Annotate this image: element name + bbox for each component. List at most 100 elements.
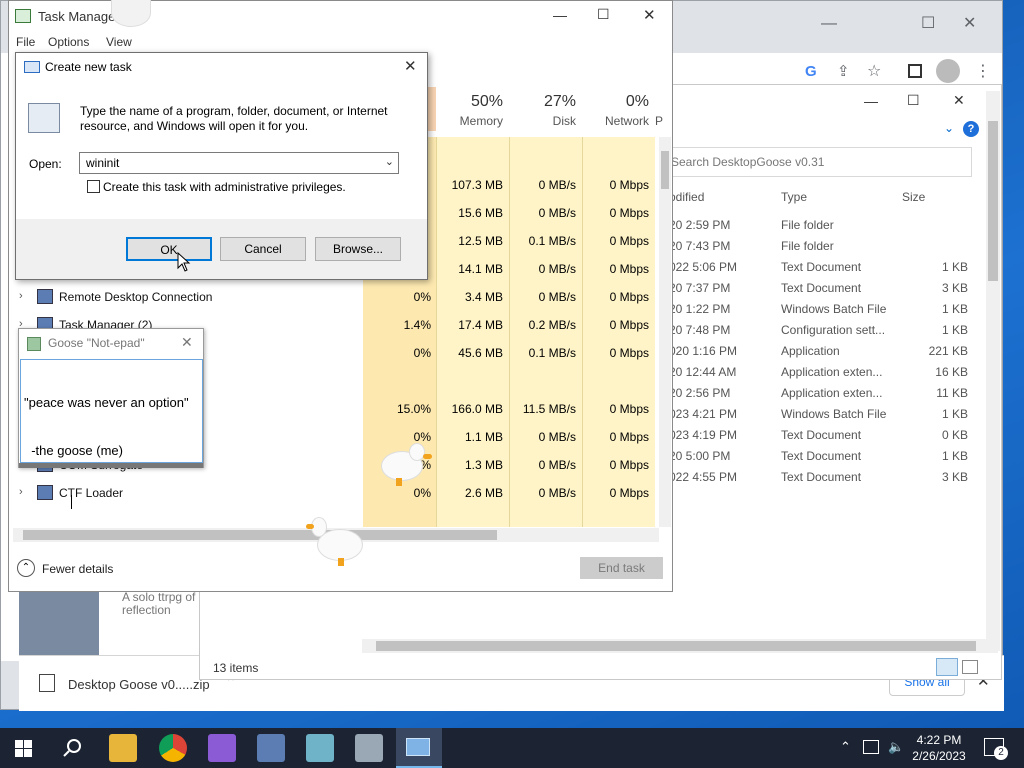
file-date[interactable]: 020 1:16 PM	[669, 341, 769, 362]
explorer-vertical-scrollbar[interactable]	[986, 91, 1000, 651]
file-date[interactable]: 20 5:00 PM	[669, 446, 769, 467]
menu-file[interactable]: File	[16, 35, 35, 49]
file-size[interactable]	[900, 236, 968, 257]
details-view-icon[interactable]	[936, 658, 958, 676]
file-type[interactable]: Windows Batch File	[781, 404, 891, 425]
explorer-scroll-thumb[interactable]	[988, 121, 998, 281]
expand-chevron-icon[interactable]: ›	[19, 486, 23, 498]
bookmark-star-icon[interactable]: ☆	[867, 61, 881, 81]
file-date[interactable]: 022 4:55 PM	[669, 467, 769, 488]
help-icon[interactable]: ?	[963, 121, 979, 137]
file-type[interactable]: Configuration sett...	[781, 320, 891, 341]
file-type[interactable]: Text Document	[781, 425, 891, 446]
file-date[interactable]: 20 2:59 PM	[669, 215, 769, 236]
volume-tray-icon[interactable]: 🔈	[888, 739, 904, 755]
search-icon[interactable]	[63, 738, 83, 758]
side-panel-icon[interactable]	[908, 64, 922, 78]
clock-date[interactable]: 2/26/2023	[908, 749, 970, 763]
explorer-horizontal-scrollbar[interactable]	[362, 639, 998, 653]
network-pct[interactable]: 0%	[582, 93, 649, 111]
notepad-taskbar-icon[interactable]	[306, 734, 334, 762]
chrome-menu-icon[interactable]: ⋮	[975, 61, 991, 81]
run-dialog-taskbar-icon[interactable]	[396, 728, 442, 768]
chrome-minimize-button[interactable]: —	[821, 15, 837, 33]
cancel-button[interactable]: Cancel	[220, 237, 306, 261]
power-label[interactable]: P	[655, 114, 669, 128]
admin-checkbox-label[interactable]: Create this task with administrative pri…	[103, 180, 346, 194]
visual-studio-taskbar-icon[interactable]	[208, 734, 236, 762]
explorer-hscroll-thumb[interactable]	[376, 641, 976, 651]
file-date[interactable]: 023 4:21 PM	[669, 404, 769, 425]
file-size[interactable]: 16 KB	[900, 362, 968, 383]
share-icon[interactable]: ⇪	[837, 62, 850, 80]
tm-maximize-button[interactable]: ☐	[597, 6, 610, 23]
ok-button[interactable]: OK	[126, 237, 212, 261]
tm-minimize-button[interactable]: —	[553, 7, 567, 23]
menu-view[interactable]: View	[106, 35, 132, 49]
col-date-modified[interactable]: odified	[669, 190, 704, 204]
fewer-details-link[interactable]: Fewer details	[42, 562, 113, 576]
explorer-search-input[interactable]: Search DesktopGoose v0.31	[666, 147, 972, 177]
network-tray-icon[interactable]	[863, 740, 879, 754]
file-size[interactable]: 1 KB	[900, 446, 968, 467]
file-date[interactable]: 20 2:56 PM	[669, 383, 769, 404]
chrome-close-button[interactable]: ✕	[963, 13, 976, 33]
file-size[interactable]: 221 KB	[900, 341, 968, 362]
file-explorer-taskbar-icon[interactable]	[109, 734, 137, 762]
file-size[interactable]: 1 KB	[900, 299, 968, 320]
file-date[interactable]: 20 1:22 PM	[669, 299, 769, 320]
goosepad-close-button[interactable]: ✕	[181, 334, 193, 351]
memory-pct[interactable]: 50%	[436, 93, 503, 111]
file-type[interactable]: Text Document	[781, 446, 891, 467]
download-filename[interactable]: Desktop Goose v0.....zip	[68, 677, 210, 692]
menu-options[interactable]: Options	[48, 35, 89, 49]
col-size[interactable]: Size	[902, 190, 925, 204]
explorer-maximize-button[interactable]: ☐	[907, 92, 920, 109]
windows-start-icon[interactable]	[15, 740, 32, 757]
file-type[interactable]: Application exten...	[781, 362, 891, 383]
file-size[interactable]: 11 KB	[900, 383, 968, 404]
file-size[interactable]: 1 KB	[900, 257, 968, 278]
end-task-button[interactable]: End task	[580, 557, 663, 579]
admin-checkbox[interactable]	[87, 180, 100, 193]
tray-chevron-icon[interactable]: ⌃	[840, 739, 851, 755]
file-date[interactable]: 023 4:19 PM	[669, 425, 769, 446]
file-size[interactable]	[900, 215, 968, 236]
file-type[interactable]: File folder	[781, 236, 891, 257]
file-date[interactable]: 022 5:06 PM	[669, 257, 769, 278]
file-size[interactable]: 1 KB	[900, 320, 968, 341]
goose-note-textarea[interactable]: "peace was never an option" -the goose (…	[20, 359, 203, 509]
tm-close-button[interactable]: ✕	[643, 6, 656, 24]
process-row[interactable]: › Remote Desktop Connection 0% 3.4 MB 0 MB/s…	[9, 283, 661, 311]
network-label[interactable]: Network	[582, 114, 649, 128]
open-input[interactable]: wininit ⌄	[79, 152, 399, 174]
file-size[interactable]: 3 KB	[900, 278, 968, 299]
browse-button[interactable]: Browse...	[315, 237, 401, 261]
run-close-button[interactable]: ✕	[404, 57, 417, 75]
file-date[interactable]: 20 12:44 AM	[669, 362, 769, 383]
file-size[interactable]: 1 KB	[900, 404, 968, 425]
disk-pct[interactable]: 27%	[509, 93, 576, 111]
explorer-minimize-button[interactable]: —	[864, 93, 878, 109]
remote-desktop-taskbar-icon[interactable]	[257, 734, 285, 762]
file-date[interactable]: 20 7:48 PM	[669, 320, 769, 341]
file-type[interactable]: Application	[781, 341, 891, 362]
chrome-taskbar-icon[interactable]	[159, 734, 187, 762]
chrome-maximize-button[interactable]: ☐	[921, 13, 935, 33]
explorer-close-button[interactable]: ✕	[953, 92, 965, 109]
expand-chevron-icon[interactable]: ›	[19, 290, 23, 302]
file-type[interactable]: Application exten...	[781, 383, 891, 404]
disk-label[interactable]: Disk	[509, 114, 576, 128]
ribbon-expand-chevron-icon[interactable]: ⌄	[944, 121, 954, 135]
task-manager-taskbar-icon[interactable]	[355, 734, 383, 762]
file-size[interactable]: 3 KB	[900, 467, 968, 488]
file-size[interactable]: 0 KB	[900, 425, 968, 446]
file-date[interactable]: 20 7:43 PM	[669, 236, 769, 257]
file-type[interactable]: Windows Batch File	[781, 299, 891, 320]
col-type[interactable]: Type	[781, 190, 807, 204]
file-type[interactable]: File folder	[781, 215, 891, 236]
tm-vertical-scrollbar[interactable]	[659, 137, 671, 527]
fewer-details-chevron-icon[interactable]: ⌃	[17, 559, 35, 577]
tm-scroll-thumb[interactable]	[661, 151, 669, 189]
dropdown-chevron-icon[interactable]: ⌄	[385, 155, 394, 168]
